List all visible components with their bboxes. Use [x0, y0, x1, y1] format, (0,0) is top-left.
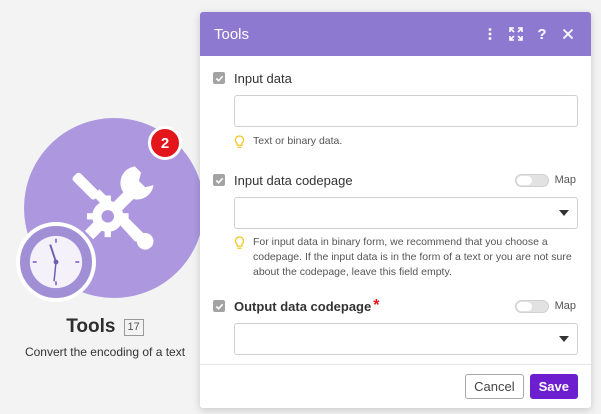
module-settings-dialog: Tools ? Input data Text or binary data. … [200, 12, 591, 408]
dialog-footer: Cancel Save [200, 364, 591, 408]
input-codepage-label: Input data codepage [234, 172, 353, 188]
dialog-body: Input data Text or binary data. Input da… [200, 56, 591, 364]
input-codepage-map-toggle[interactable]: Map [514, 173, 578, 187]
map-label: Map [554, 300, 576, 312]
help-icon: ? [537, 25, 547, 43]
schedule-clock[interactable] [16, 222, 96, 302]
more-vertical-icon [488, 28, 492, 40]
expand-button[interactable] [503, 21, 529, 47]
module-title-row: Tools 17 [0, 316, 210, 338]
map-switch[interactable] [514, 299, 549, 313]
output-codepage-select[interactable] [234, 323, 578, 355]
check-icon [215, 75, 223, 82]
output-codepage-map-toggle[interactable]: Map [514, 299, 578, 313]
check-icon [215, 177, 223, 184]
cancel-button[interactable]: Cancel [465, 374, 524, 399]
save-button[interactable]: Save [529, 374, 578, 399]
module-title: Tools [66, 316, 116, 337]
clock-icon [29, 235, 83, 289]
input-codepage-field: Input data codepage Map For input data i… [213, 170, 578, 280]
check-icon [215, 303, 223, 310]
close-button[interactable] [555, 21, 581, 47]
input-data-label: Input data [234, 70, 292, 86]
lightbulb-icon [234, 236, 245, 280]
close-icon [562, 28, 574, 40]
module-description: Convert the encoding of a text [24, 345, 186, 359]
expand-icon [509, 27, 523, 41]
input-data-field: Input data Text or binary data. [213, 68, 578, 154]
input-data-checkbox[interactable] [213, 72, 225, 84]
input-data-hint-text: Text or binary data. [253, 135, 343, 147]
input-data-hint: Text or binary data. [234, 134, 578, 154]
lightbulb-icon [234, 135, 245, 154]
dialog-header: Tools ? [200, 12, 591, 56]
output-codepage-field: Output data codepage * Map [213, 296, 578, 355]
input-data-box[interactable] [234, 95, 578, 127]
dropdown-arrow-icon [559, 336, 569, 342]
module-id-badge: 17 [123, 318, 144, 336]
input-codepage-checkbox[interactable] [213, 174, 225, 186]
output-codepage-checkbox[interactable] [213, 300, 225, 312]
more-options-button[interactable] [477, 21, 503, 47]
map-switch[interactable] [514, 173, 549, 187]
input-codepage-hint: For input data in binary form, we recomm… [234, 235, 578, 280]
dropdown-arrow-icon [559, 210, 569, 216]
dialog-title: Tools [214, 25, 250, 43]
input-data-input[interactable] [235, 96, 577, 126]
output-codepage-label: Output data codepage [234, 298, 372, 314]
notification-badge: 2 [148, 126, 182, 160]
map-label: Map [554, 174, 576, 186]
required-marker: * [373, 297, 380, 314]
help-button[interactable]: ? [529, 21, 555, 47]
input-codepage-hint-text: For input data in binary form, we recomm… [253, 236, 572, 278]
module-node[interactable]: 2 Tools 17 Convert the encoding of a tex… [0, 0, 210, 414]
input-codepage-select[interactable] [234, 197, 578, 229]
